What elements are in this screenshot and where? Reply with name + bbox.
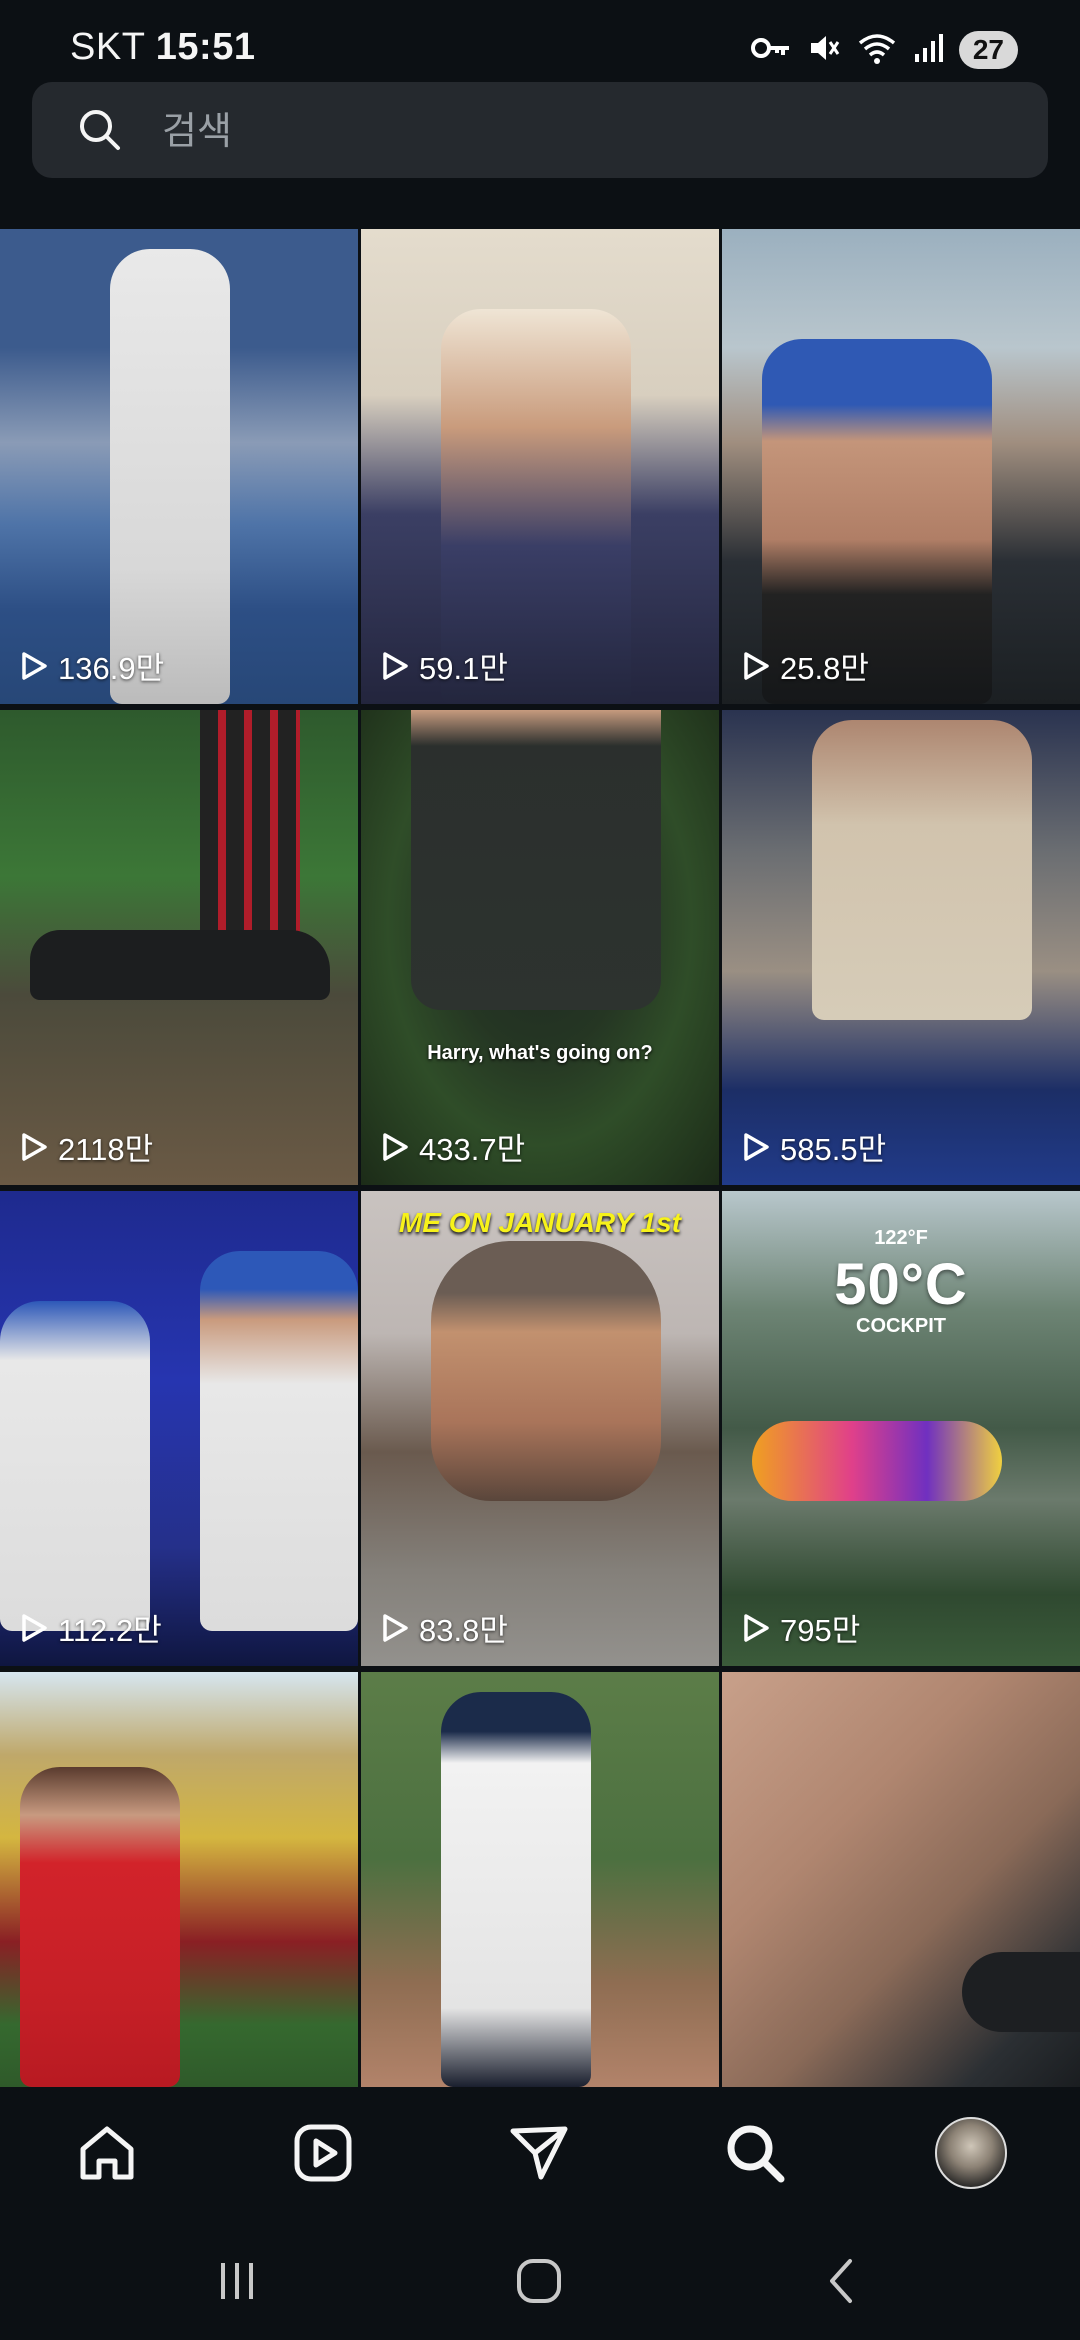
status-bar: SKT 15:51 27 (0, 0, 1080, 80)
grid-tile[interactable]: 2118만 (0, 710, 358, 1185)
temperature-fahrenheit: 122°F (874, 1227, 928, 1249)
play-icon (744, 651, 769, 680)
tile-thumbnail (0, 1301, 150, 1631)
view-count-label: 59.1만 (419, 651, 508, 686)
view-count-label: 795만 (780, 1613, 861, 1648)
view-count: 433.7만 (381, 1124, 525, 1169)
play-icon (22, 1613, 47, 1642)
temperature-celsius: 50°C (834, 1252, 968, 1317)
bottom-navigation (0, 2087, 1080, 2219)
tile-thumbnail (812, 720, 1032, 1020)
grid-tile[interactable]: 25.8만 (722, 229, 1080, 704)
play-icon (383, 1613, 408, 1642)
tile-thumbnail (431, 1241, 661, 1501)
reels-icon[interactable] (287, 2117, 359, 2189)
clock: 15:51 (155, 26, 256, 68)
profile-avatar[interactable] (935, 2117, 1007, 2189)
mute-icon (807, 31, 841, 70)
search-input[interactable] (160, 100, 1024, 162)
view-count: 136.9만 (20, 643, 164, 688)
avatar (935, 2117, 1007, 2189)
view-count-label: 25.8만 (780, 651, 869, 686)
battery-indicator: 27 (958, 31, 1018, 69)
video-caption: ME ON JANUARY 1st (398, 1207, 682, 1238)
recent-apps-icon[interactable] (207, 2251, 267, 2311)
view-count-label: 2118만 (58, 1132, 154, 1167)
grid-tile[interactable]: Harry, what's going on? 433.7만 (361, 710, 719, 1185)
tile-thumbnail (110, 249, 230, 704)
tile-thumbnail (200, 710, 300, 940)
search-icon (76, 106, 124, 159)
vpn-key-icon (750, 35, 791, 66)
tile-thumbnail (411, 710, 661, 1010)
view-count: 112.2만 (20, 1605, 162, 1650)
tile-thumbnail (441, 1692, 591, 2087)
grid-tile[interactable]: 122°F 50°C COCKPIT 795만 (722, 1191, 1080, 1666)
status-icons: 27 (750, 30, 1018, 70)
system-navigation (0, 2219, 1080, 2340)
grid-tile[interactable]: 59.1만 (361, 229, 719, 704)
tile-thumbnail (200, 1251, 358, 1631)
view-count: 25.8만 (742, 643, 869, 688)
video-caption: Harry, what's going on? (427, 1042, 653, 1064)
cockpit-label: COCKPIT (856, 1315, 946, 1337)
back-icon[interactable] (812, 2251, 872, 2311)
tile-thumbnail (20, 1767, 180, 2087)
view-count-label: 112.2만 (58, 1613, 162, 1648)
carrier-label: SKT (70, 26, 145, 68)
view-count: 585.5만 (742, 1124, 886, 1169)
view-count: 59.1만 (381, 643, 508, 688)
view-count-label: 136.9만 (58, 651, 165, 686)
view-count-label: 433.7만 (419, 1132, 526, 1167)
play-icon (744, 1132, 769, 1161)
search-bar[interactable] (32, 82, 1048, 178)
grid-tile[interactable]: ME ON JANUARY 1st 83.8만 (361, 1191, 719, 1666)
wifi-icon (857, 31, 897, 70)
explore-grid: 136.9만 59.1만 25.8만 2118만 Harry, what's g… (0, 229, 1080, 2087)
home-icon[interactable] (71, 2117, 143, 2189)
grid-tile[interactable] (0, 1672, 358, 2087)
play-icon (383, 651, 408, 680)
grid-tile[interactable]: 136.9만 (0, 229, 358, 704)
play-icon (22, 1132, 47, 1161)
status-carrier-time: SKT 15:51 (70, 26, 255, 69)
messages-icon[interactable] (503, 2117, 575, 2189)
view-count: 83.8만 (381, 1605, 508, 1650)
tile-thumbnail (30, 930, 330, 1000)
grid-tile[interactable] (361, 1672, 719, 2087)
search-icon[interactable] (719, 2117, 791, 2189)
play-icon (383, 1132, 408, 1161)
grid-tile[interactable] (722, 1672, 1080, 2087)
view-count: 2118만 (20, 1124, 153, 1169)
play-icon (744, 1613, 769, 1642)
tile-thumbnail (962, 1952, 1080, 2032)
view-count-label: 83.8만 (419, 1613, 508, 1648)
tile-thumbnail (752, 1421, 1002, 1501)
play-icon (22, 651, 47, 680)
grid-tile[interactable]: 585.5만 (722, 710, 1080, 1185)
view-count-label: 585.5만 (780, 1132, 887, 1167)
signal-icon (913, 32, 943, 69)
home-button-icon[interactable] (509, 2251, 569, 2311)
view-count: 795만 (742, 1605, 860, 1650)
grid-tile[interactable]: 112.2만 (0, 1191, 358, 1666)
